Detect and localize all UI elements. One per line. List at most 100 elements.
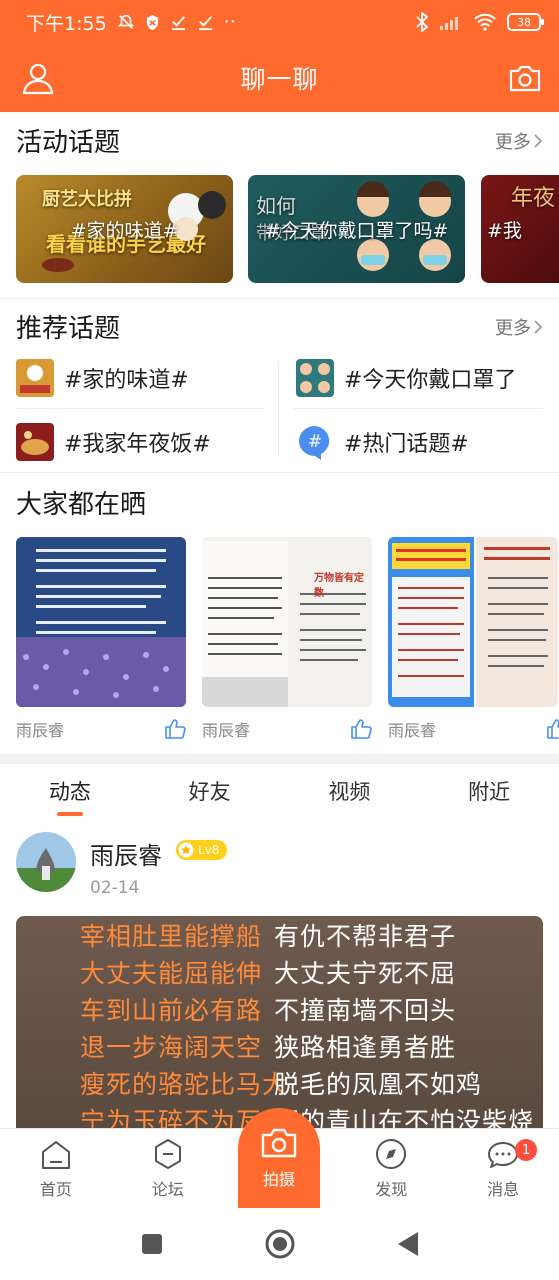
showcase-image-text: 万物皆有定数: [202, 537, 372, 707]
tab-video[interactable]: 视频: [280, 770, 420, 816]
status-right: 38: [415, 12, 544, 32]
poem-line: 宰相肚里能撑船: [80, 922, 263, 951]
divider: [0, 298, 559, 299]
showcase-author: 雨辰睿: [388, 721, 437, 740]
battery-level: 38: [517, 15, 531, 29]
active-tab-indicator: [56, 812, 83, 816]
back-icon[interactable]: [396, 1231, 420, 1257]
status-bar: 下午1:55 ·· 38: [0, 0, 559, 44]
nav-home[interactable]: 首页: [0, 1129, 112, 1208]
banner-art-title: 厨艺大比拼: [42, 188, 132, 210]
topic-item[interactable]: #我家年夜饭#: [16, 416, 211, 468]
shield-icon: [146, 14, 158, 30]
more-label: 更多: [495, 131, 531, 153]
topic-label: #今天你戴口罩了: [344, 368, 517, 393]
topic-label: #家的味道#: [64, 368, 189, 393]
nav-shoot-button[interactable]: 拍摄: [238, 1108, 320, 1208]
banner-art-heading: 年夜: [511, 186, 555, 211]
topic-item[interactable]: #今天你戴口罩了: [296, 352, 516, 404]
poem-line: 大丈夫宁死不屈: [274, 959, 457, 988]
showcase-card[interactable]: 雨辰睿: [16, 537, 186, 741]
nav-discover[interactable]: 发现: [335, 1129, 447, 1208]
nav-forum[interactable]: 论坛: [112, 1129, 224, 1208]
camera-button[interactable]: [505, 58, 545, 98]
nav-label: 拍摄: [262, 1170, 295, 1189]
poem-line: 瘦死的骆驼比马大: [80, 1070, 289, 1099]
topic-thumb-chef: [16, 359, 54, 397]
profile-button[interactable]: [18, 58, 58, 98]
poem-line: 狭路相逢勇者胜: [274, 1033, 457, 1062]
home-circle-icon[interactable]: [264, 1228, 296, 1260]
thumbs-up-icon[interactable]: [546, 719, 559, 739]
divider: [0, 472, 559, 473]
poem-line: 脱毛的凤凰不如鸡: [274, 1070, 483, 1099]
recommended-more-link[interactable]: 更多: [495, 314, 543, 340]
showcase-section-head: 大家都在晒: [16, 484, 543, 521]
showcase-meta: 雨辰睿: [16, 717, 186, 741]
avatar[interactable]: [16, 832, 76, 892]
activity-banner-1[interactable]: 厨艺大比拼 看看谁的手艺最好 #家的味道#: [16, 175, 233, 283]
tab-label: 好友: [188, 780, 231, 804]
poem-line: 不撞南墙不回头: [274, 996, 457, 1025]
recommended-section-head: 推荐话题 更多: [16, 308, 543, 345]
thumbs-up-icon[interactable]: [164, 719, 186, 739]
nav-label: 首页: [39, 1180, 72, 1199]
post-image[interactable]: 宰相肚里能撑船 大丈夫能屈能伸 车到山前必有路 退一步海阔天空 瘦死的骆驼比马大…: [16, 916, 543, 1128]
tab-friends[interactable]: 好友: [140, 770, 280, 816]
download-done-icon: [171, 15, 185, 30]
recent-apps-icon[interactable]: [140, 1232, 164, 1256]
wifi-icon: [474, 13, 496, 31]
level-badge: Lv8: [176, 840, 228, 860]
banner-art-heading: 如何: [256, 194, 296, 218]
svg-text:#: #: [308, 432, 322, 452]
showcase-card[interactable]: 雨辰睿: [388, 537, 559, 741]
nav-messages[interactable]: 消息 1: [447, 1129, 559, 1208]
nav-label: 论坛: [151, 1180, 184, 1199]
nav-label: 发现: [375, 1180, 408, 1199]
activity-more-link[interactable]: 更多: [495, 128, 543, 154]
showcase-image-lavender: [16, 537, 186, 707]
nav-label: 消息: [487, 1180, 520, 1199]
topic-label: #热门话题#: [344, 432, 469, 457]
feed-tabs: 动态 好友 视频 附近: [0, 770, 559, 816]
poem-right-column: 有仇不帮非君子 大丈夫宁死不屈 不撞南墙不回头 狭路相逢勇者胜 脱毛的凤凰不如鸡…: [274, 918, 534, 1128]
signal-icon: [440, 17, 458, 30]
battery-icon: 38: [507, 13, 544, 31]
tab-label: 动态: [48, 780, 91, 804]
poem-left-column: 宰相肚里能撑船 大丈夫能屈能伸 车到山前必有路 退一步海阔天空 瘦死的骆驼比马大…: [80, 918, 288, 1128]
more-label: 更多: [495, 317, 531, 339]
topic-item[interactable]: #家的味道#: [16, 352, 189, 404]
divider: [16, 408, 264, 409]
post-username[interactable]: 雨辰睿: [90, 836, 162, 871]
showcase-title: 大家都在晒: [16, 490, 147, 520]
download-done-icon-2: [198, 15, 212, 30]
activity-title: 活动话题: [16, 128, 121, 158]
showcase-card[interactable]: 万物皆有定数 雨辰睿: [202, 537, 372, 741]
topic-label: #我家年夜饭#: [64, 432, 211, 457]
tab-nearby[interactable]: 附近: [419, 770, 559, 816]
poem-line: 留的青山在不怕没柴烧: [274, 1107, 535, 1128]
banner-caption: #我: [487, 219, 522, 242]
status-left: 下午1:55 ··: [26, 9, 236, 36]
tab-dynamic[interactable]: 动态: [0, 770, 140, 816]
banner-caption: #家的味道#: [70, 219, 179, 242]
banner-caption: #今天你戴口罩了吗#: [264, 219, 449, 242]
tab-label: 附近: [468, 780, 511, 804]
activity-banner-2[interactable]: 如何 带好口罩 #今天你戴口罩了吗#: [248, 175, 465, 283]
mute-bell-icon: [117, 14, 134, 29]
topic-thumb-newyear: [16, 423, 54, 461]
poem-line: 退一步海阔天空: [80, 1033, 263, 1062]
tab-label: 视频: [328, 780, 371, 804]
showcase-author: 雨辰睿: [202, 721, 251, 740]
divider: [294, 408, 543, 409]
recommended-title: 推荐话题: [16, 314, 121, 344]
poem-line: 车到山前必有路: [80, 996, 263, 1025]
showcase-author: 雨辰睿: [16, 721, 65, 740]
section-separator: [0, 754, 559, 764]
activity-banner-3[interactable]: 年夜 #我: [481, 175, 559, 283]
topic-item[interactable]: # #热门话题#: [296, 416, 469, 468]
thumbs-up-icon[interactable]: [350, 719, 372, 739]
poem-line: 大丈夫能屈能伸: [80, 959, 263, 988]
star-icon: [178, 842, 194, 858]
camera-icon: [509, 65, 541, 92]
